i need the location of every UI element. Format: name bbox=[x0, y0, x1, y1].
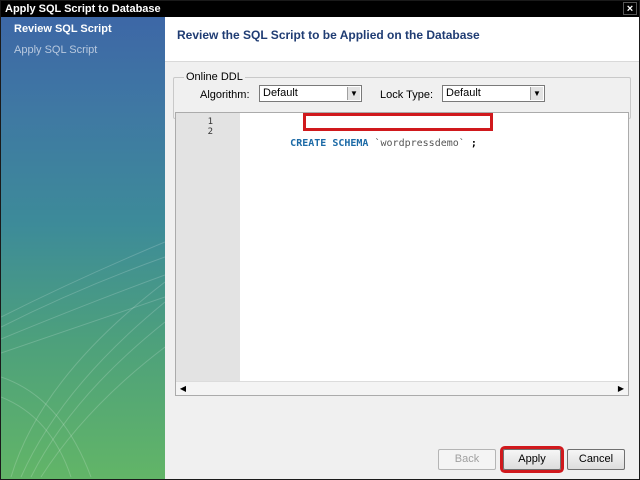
highlight-box bbox=[303, 113, 493, 131]
apply-sql-dialog: Apply SQL Script to Database × Review SQ… bbox=[0, 0, 640, 480]
back-button[interactable]: Back bbox=[438, 449, 496, 470]
lock-type-value: Default bbox=[446, 87, 481, 99]
line-number: 2 bbox=[207, 127, 213, 137]
sql-keyword: CREATE SCHEMA bbox=[290, 138, 369, 149]
algorithm-value: Default bbox=[263, 87, 298, 99]
lock-type-label: Lock Type: bbox=[380, 89, 433, 101]
sidebar-decoration bbox=[1, 241, 165, 478]
page-title: Review the SQL Script to be Applied on t… bbox=[177, 28, 480, 42]
chevron-down-icon: ▼ bbox=[347, 87, 360, 100]
code-line-1[interactable]: CREATE SCHEMA `wordpressdemo` ; bbox=[242, 113, 493, 160]
sidebar-item-apply-sql-script[interactable]: Apply SQL Script bbox=[14, 44, 97, 56]
page-header: Review the SQL Script to be Applied on t… bbox=[165, 17, 639, 62]
window-title: Apply SQL Script to Database bbox=[5, 3, 161, 15]
sql-editor[interactable]: 1 2 CREATE SCHEMA `wordpressdemo` ; ◀ ▶ bbox=[175, 112, 629, 396]
algorithm-label: Algorithm: bbox=[200, 89, 250, 101]
cancel-button[interactable]: Cancel bbox=[567, 449, 625, 470]
sql-terminator: ; bbox=[470, 138, 477, 149]
scroll-right-icon[interactable]: ▶ bbox=[615, 383, 627, 394]
online-ddl-legend: Online DDL bbox=[184, 71, 245, 83]
line-number-gutter: 1 2 bbox=[176, 113, 240, 381]
line-number: 1 bbox=[207, 117, 213, 127]
lock-type-select[interactable]: Default ▼ bbox=[442, 85, 545, 102]
scroll-left-icon[interactable]: ◀ bbox=[177, 383, 189, 394]
wizard-sidebar: Review SQL Script Apply SQL Script bbox=[1, 17, 165, 479]
title-bar[interactable]: Apply SQL Script to Database × bbox=[1, 1, 639, 17]
apply-button[interactable]: Apply bbox=[503, 449, 561, 470]
horizontal-scrollbar[interactable]: ◀ ▶ bbox=[176, 381, 628, 395]
sql-identifier: `wordpressdemo` bbox=[374, 138, 465, 149]
content-panel: Review the SQL Script to be Applied on t… bbox=[165, 17, 639, 479]
algorithm-select[interactable]: Default ▼ bbox=[259, 85, 362, 102]
sidebar-item-review-sql-script[interactable]: Review SQL Script bbox=[14, 23, 112, 35]
close-button[interactable]: × bbox=[623, 2, 637, 15]
chevron-down-icon: ▼ bbox=[530, 87, 543, 100]
